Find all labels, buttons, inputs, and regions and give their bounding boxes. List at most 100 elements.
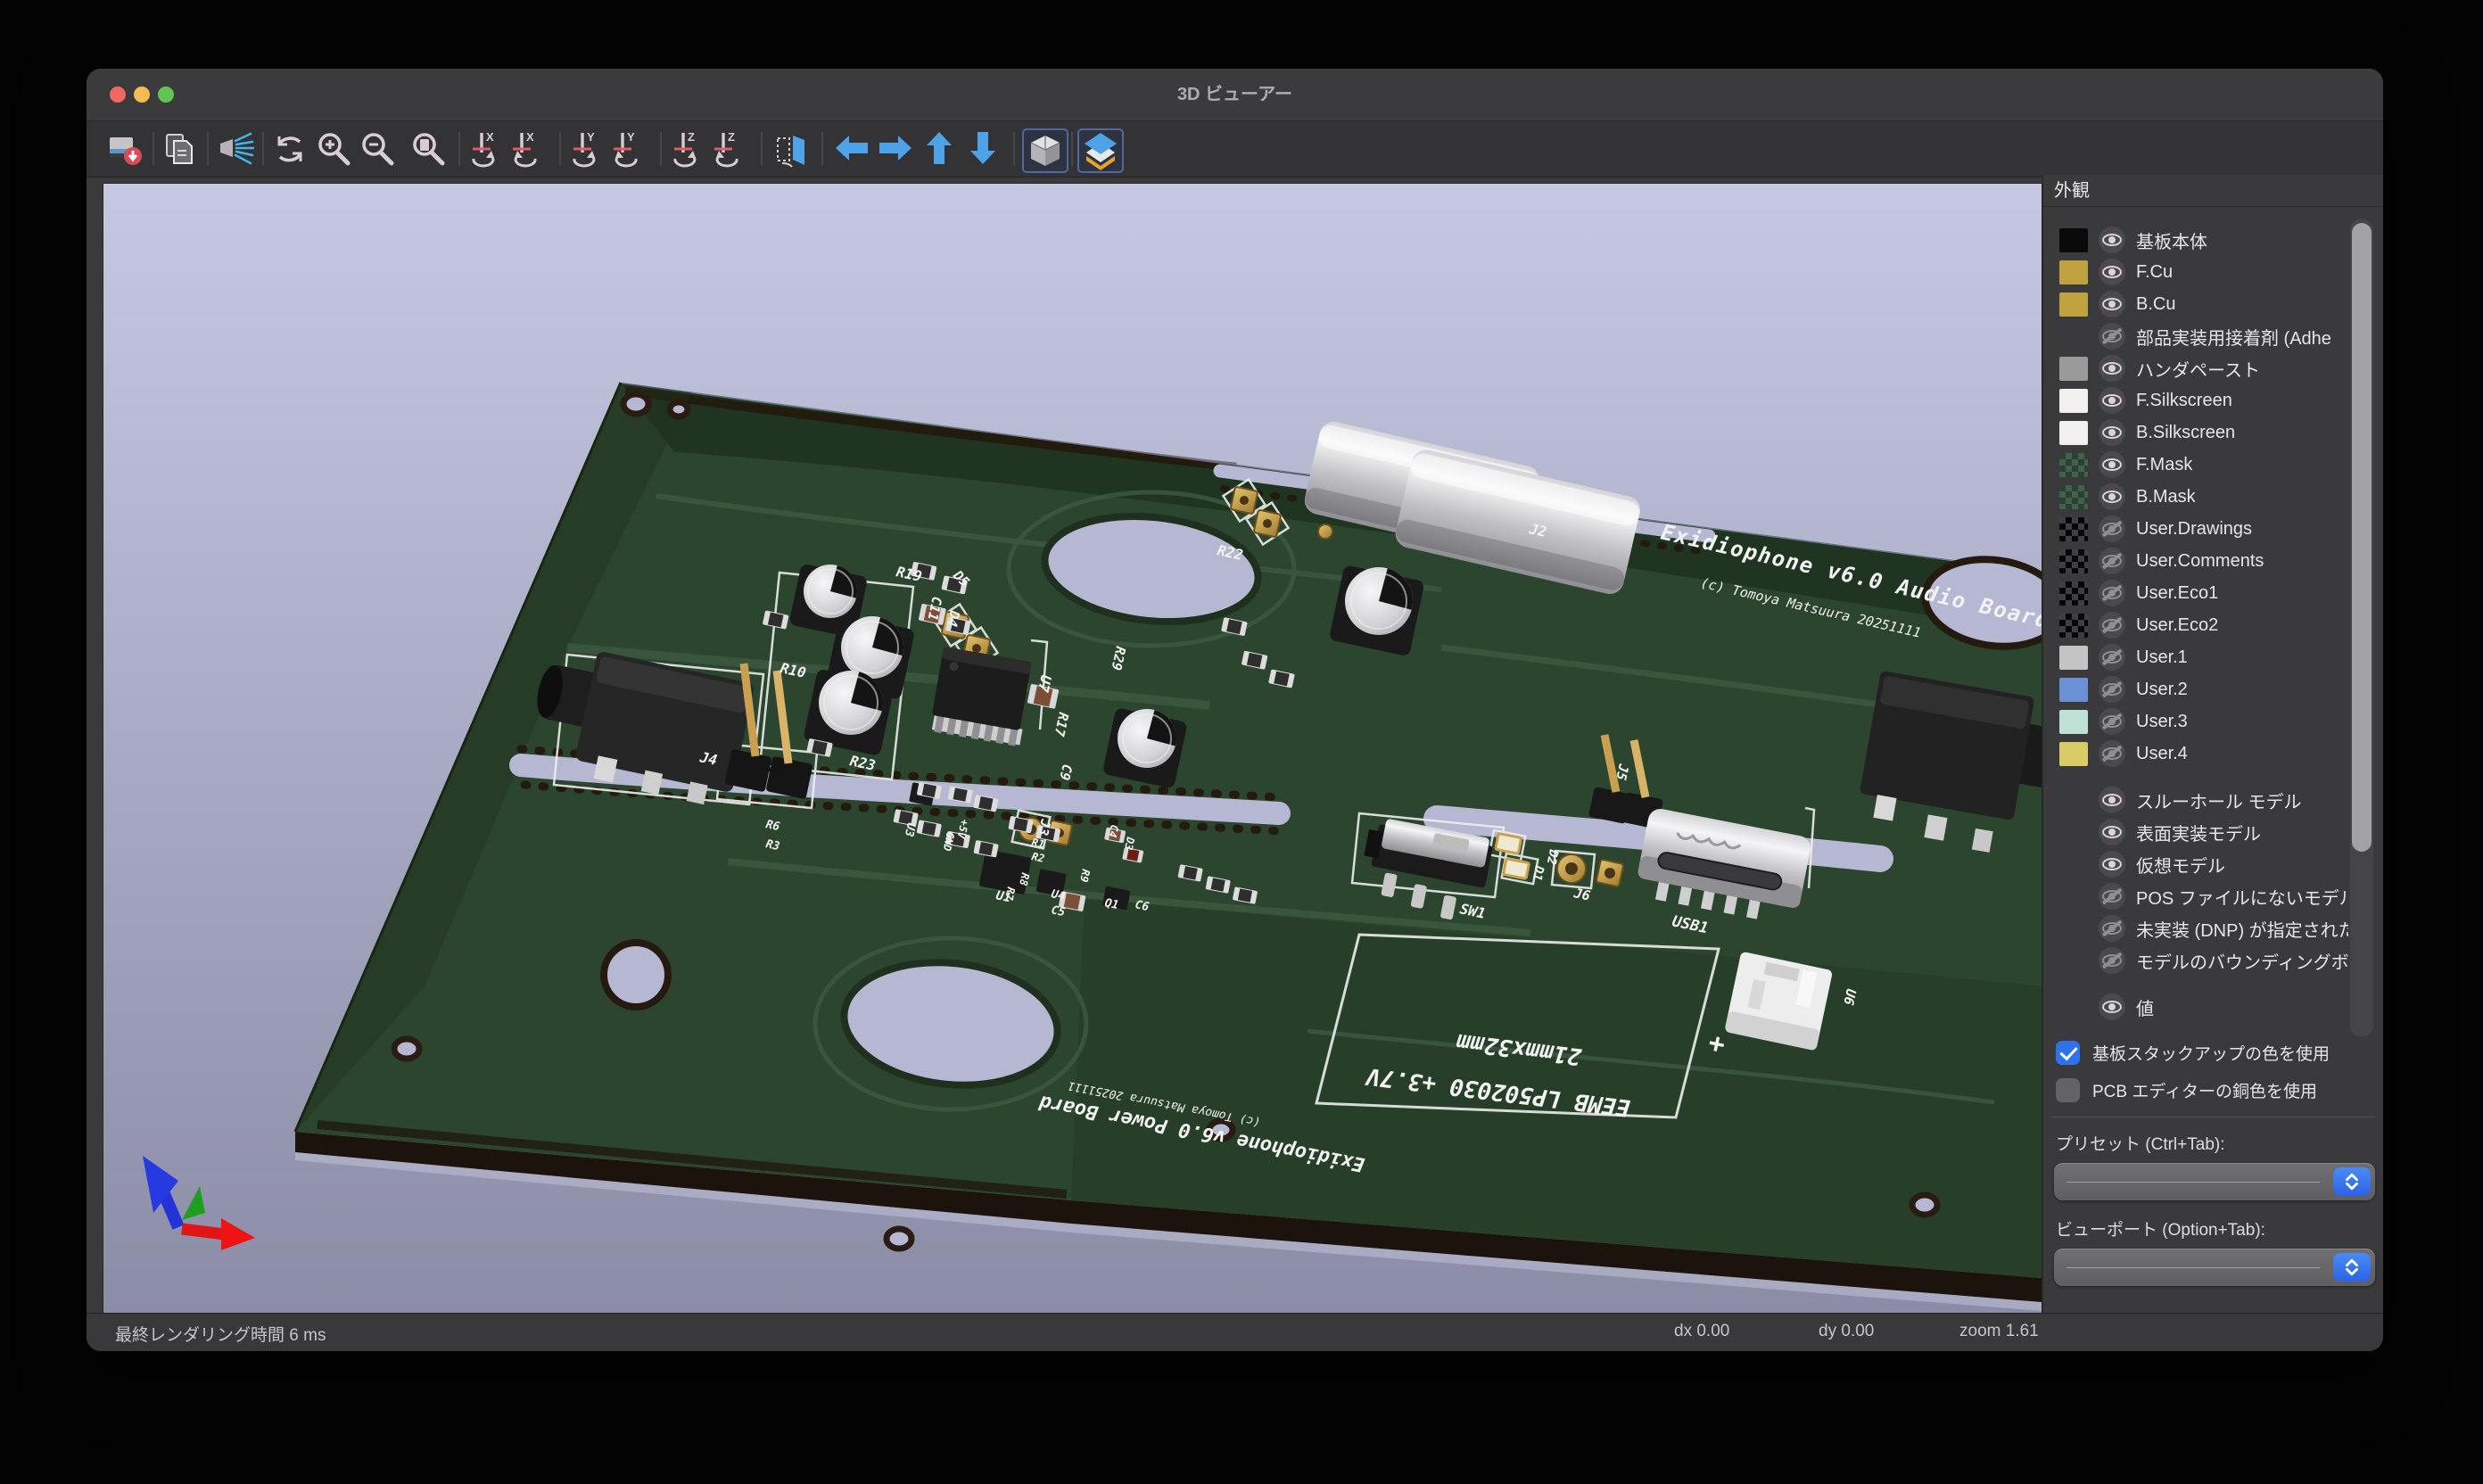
visibility-eye-icon[interactable] <box>2099 259 2125 285</box>
rotate-y-ccw-button[interactable]: Y <box>608 128 651 169</box>
layer-row-bmask[interactable]: B.Mask <box>2059 482 2366 512</box>
rotate-y-cw-button[interactable]: Y <box>568 128 611 169</box>
model-row-dnp[interactable]: 未実装 (DNP) が指定された <box>2059 913 2366 944</box>
visibility-eye-icon[interactable] <box>2099 993 2125 1020</box>
visibility-eye-icon[interactable] <box>2099 355 2125 382</box>
visibility-eye-icon[interactable] <box>2099 483 2125 510</box>
visibility-eye-icon[interactable] <box>2099 548 2125 574</box>
layer-row-bcu[interactable]: B.Cu <box>2059 289 2366 319</box>
layer-row-user-comments[interactable]: User.Comments <box>2059 546 2366 576</box>
visibility-eye-icon[interactable] <box>2099 740 2125 767</box>
visibility-eye-icon[interactable] <box>2099 451 2125 478</box>
orthographic-projection-button[interactable] <box>1022 128 1068 173</box>
zoom-in-button[interactable] <box>312 128 355 169</box>
desktop: 3D ビューアー X X <box>0 0 2483 1484</box>
visibility-eye-icon[interactable] <box>2099 227 2125 253</box>
layer-color-swatch[interactable] <box>2059 293 2088 317</box>
visibility-eye-icon[interactable] <box>2099 708 2125 735</box>
layer-row-board-body[interactable]: 基板本体 <box>2059 225 2366 255</box>
layer-row-adhesive[interactable]: 部品実装用接着剤 (Adhe <box>2059 321 2366 351</box>
visibility-eye-icon[interactable] <box>2099 787 2125 813</box>
visibility-eye-icon[interactable] <box>2099 644 2125 671</box>
visibility-eye-icon[interactable] <box>2099 883 2125 910</box>
zoom-out-button[interactable] <box>356 128 399 169</box>
stepper-chevrons-icon[interactable] <box>2333 1253 2371 1282</box>
use-pcb-editor-copper-row[interactable]: PCB エディターの銅色を使用 <box>2056 1075 2377 1105</box>
visibility-eye-icon[interactable] <box>2099 387 2125 414</box>
scrollbar[interactable] <box>2350 218 2373 1037</box>
render-options-button[interactable] <box>213 128 256 169</box>
model-row-smd[interactable]: 表面実装モデル <box>2059 817 2366 847</box>
refresh-view-button[interactable] <box>268 128 311 169</box>
layer-color-swatch[interactable] <box>2059 228 2088 252</box>
layer-row-user3[interactable]: User.3 <box>2059 706 2366 737</box>
pan-up-button[interactable] <box>918 128 961 169</box>
rotate-x-ccw-button[interactable]: X <box>507 128 550 169</box>
rotate-x-cw-button[interactable]: X <box>467 128 510 169</box>
stepper-chevrons-icon[interactable] <box>2333 1167 2371 1196</box>
layer-color-swatch[interactable] <box>2059 742 2088 766</box>
layer-color-swatch[interactable] <box>2059 389 2088 413</box>
pan-left-button[interactable] <box>830 128 873 169</box>
rotate-z-ccw-button[interactable]: Z <box>709 128 752 169</box>
use-stackup-colors-checkbox[interactable] <box>2056 1041 2080 1065</box>
layer-color-swatch[interactable] <box>2059 710 2088 734</box>
layer-color-swatch[interactable] <box>2059 517 2088 541</box>
layer-color-swatch[interactable] <box>2059 453 2088 477</box>
visibility-eye-icon[interactable] <box>2099 676 2125 703</box>
checkbox-label: PCB エディターの銅色を使用 <box>2092 1078 2317 1102</box>
use-pcb-editor-copper-checkbox[interactable] <box>2056 1078 2080 1102</box>
model-row-not-in-pos[interactable]: POS ファイルにないモデル <box>2059 881 2366 911</box>
visibility-eye-icon[interactable] <box>2099 612 2125 639</box>
3d-viewport[interactable]: Exidiophone v6.0 Audio Board (c) Tomoya … <box>103 183 2042 1315</box>
visibility-eye-icon[interactable] <box>2099 819 2125 845</box>
layer-color-swatch[interactable] <box>2059 260 2088 284</box>
appearance-layers-button[interactable] <box>1077 128 1124 173</box>
model-row-bounding-box[interactable]: モデルのバウンディングボ <box>2059 945 2366 976</box>
visibility-eye-icon[interactable] <box>2099 323 2125 350</box>
pan-down-button[interactable] <box>961 128 1004 169</box>
layer-color-swatch[interactable] <box>2059 678 2088 702</box>
visibility-eye-icon[interactable] <box>2099 915 2125 942</box>
layer-row-user2[interactable]: User.2 <box>2059 674 2366 705</box>
layer-color-swatch[interactable] <box>2059 646 2088 670</box>
spacer <box>2059 788 2088 812</box>
visibility-eye-icon[interactable] <box>2099 851 2125 878</box>
layer-color-swatch[interactable] <box>2059 614 2088 638</box>
scrollbar-thumb[interactable] <box>2352 223 2372 852</box>
layer-row-user4[interactable]: User.4 <box>2059 738 2366 769</box>
layer-row-user-drawings[interactable]: User.Drawings <box>2059 514 2366 544</box>
layer-row-fcu[interactable]: F.Cu <box>2059 257 2366 287</box>
layer-color-swatch[interactable] <box>2059 357 2088 381</box>
layer-color-swatch[interactable] <box>2059 421 2088 445</box>
value-row[interactable]: 値 <box>2059 992 2366 1022</box>
layer-row-fsilkscreen[interactable]: F.Silkscreen <box>2059 385 2366 416</box>
visibility-eye-icon[interactable] <box>2099 419 2125 446</box>
layer-row-user1[interactable]: User.1 <box>2059 642 2366 672</box>
model-row-through-hole[interactable]: スルーホール モデル <box>2059 785 2366 815</box>
pan-right-button[interactable] <box>874 128 917 169</box>
visibility-eye-icon[interactable] <box>2099 515 2125 542</box>
rotate-z-cw-button[interactable]: Z <box>669 128 712 169</box>
layer-row-user-eco2[interactable]: User.Eco2 <box>2059 610 2366 640</box>
copy-image-button[interactable] <box>158 128 201 169</box>
layer-color-swatch[interactable] <box>2059 581 2088 606</box>
zoom-fit-button[interactable] <box>407 128 450 169</box>
visibility-eye-icon[interactable] <box>2099 291 2125 317</box>
reload-board-button[interactable] <box>103 128 146 169</box>
layer-row-fmask[interactable]: F.Mask <box>2059 449 2366 480</box>
layer-row-user-eco1[interactable]: User.Eco1 <box>2059 578 2366 608</box>
flip-board-button[interactable] <box>770 128 813 169</box>
preset-select[interactable] <box>2054 1163 2375 1200</box>
model-row-virtual[interactable]: 仮想モデル <box>2059 849 2366 879</box>
visibility-eye-icon[interactable] <box>2099 947 2125 974</box>
orthographic-projection-icon <box>1026 131 1065 170</box>
layer-color-swatch[interactable] <box>2059 549 2088 573</box>
viewport-select[interactable] <box>2054 1249 2375 1286</box>
layer-row-solder-paste[interactable]: ハンダペースト <box>2059 353 2366 383</box>
layer-row-bsilkscreen[interactable]: B.Silkscreen <box>2059 417 2366 448</box>
use-stackup-colors-row[interactable]: 基板スタックアップの色を使用 <box>2056 1037 2377 1068</box>
visibility-eye-icon[interactable] <box>2099 580 2125 606</box>
layer-color-swatch[interactable] <box>2059 325 2088 349</box>
layer-color-swatch[interactable] <box>2059 485 2088 509</box>
